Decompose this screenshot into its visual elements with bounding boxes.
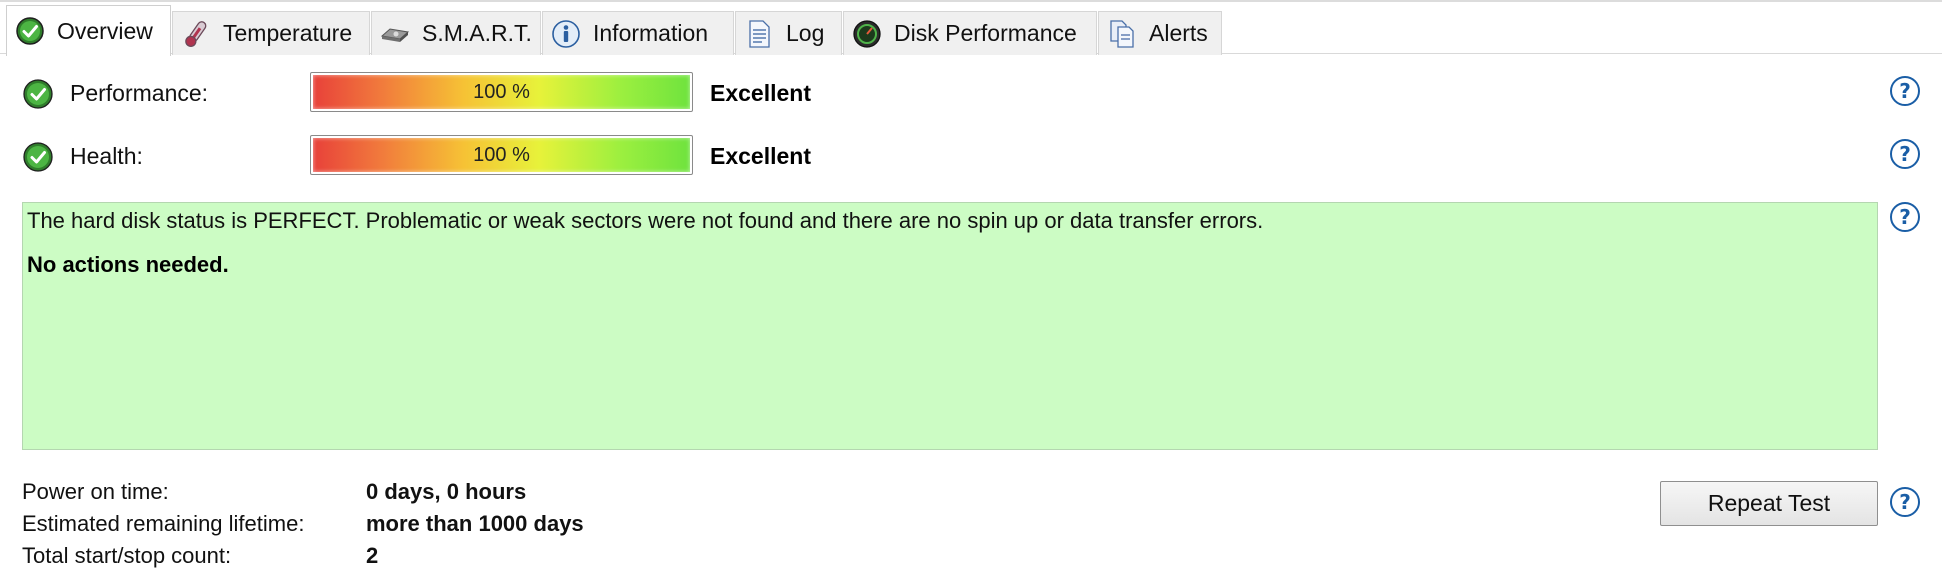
tab-bar: Overview Temperature S.M.A.R.T. Informat… [0, 0, 1942, 56]
tab-disk-performance[interactable]: Disk Performance [843, 11, 1097, 55]
repeat-test-button[interactable]: Repeat Test [1660, 481, 1878, 526]
performance-help-icon[interactable]: ? [1890, 76, 1920, 106]
tab-alerts[interactable]: Alerts [1098, 11, 1222, 55]
tab-label: Log [786, 20, 825, 46]
gauge-icon [852, 19, 882, 49]
power-on-time-value: 0 days, 0 hours [366, 479, 527, 504]
hard-disk-icon [380, 19, 410, 49]
remaining-lifetime-value: more than 1000 days [366, 511, 584, 536]
tab-overview[interactable]: Overview [6, 5, 171, 56]
tab-label: S.M.A.R.T. [422, 20, 532, 46]
health-label: Health: [70, 143, 143, 169]
health-row: Health: 100 % Excellent [0, 135, 1942, 175]
performance-row: Performance: 100 % Excellent [0, 72, 1942, 112]
info-icon [551, 19, 581, 49]
tab-label: Disk Performance [894, 20, 1077, 46]
tab-log[interactable]: Log [735, 11, 842, 55]
power-on-time-label: Power on time: [22, 479, 169, 504]
status-message: The hard disk status is PERFECT. Problem… [27, 208, 1264, 233]
status-help-icon[interactable]: ? [1890, 202, 1920, 232]
check-icon [22, 141, 54, 173]
health-help-icon[interactable]: ? [1890, 139, 1920, 169]
performance-rating: Excellent [710, 80, 811, 106]
tab-smart[interactable]: S.M.A.R.T. [371, 11, 541, 55]
performance-percent: 100 % [473, 81, 530, 103]
tab-temperature[interactable]: Temperature [172, 11, 370, 55]
performance-bar: 100 % [310, 72, 693, 112]
health-rating: Excellent [710, 143, 811, 169]
performance-label: Performance: [70, 80, 209, 106]
tab-information[interactable]: Information [542, 11, 734, 55]
status-action: No actions needed. [27, 252, 229, 277]
tab-label: Alerts [1149, 20, 1208, 46]
check-icon [22, 78, 54, 110]
start-stop-count-label: Total start/stop count: [22, 543, 232, 568]
health-bar: 100 % [310, 135, 693, 175]
check-circle-icon [15, 16, 45, 46]
copy-documents-icon [1107, 19, 1137, 49]
tab-label: Temperature [223, 20, 353, 46]
tab-label: Overview [57, 17, 153, 44]
health-percent: 100 % [473, 144, 530, 166]
thermometer-icon [181, 19, 211, 49]
status-box: The hard disk status is PERFECT. Problem… [22, 202, 1878, 450]
tab-label: Information [593, 20, 709, 46]
repeat-help-icon[interactable]: ? [1890, 487, 1920, 517]
start-stop-count-value: 2 [366, 543, 379, 568]
remaining-lifetime-label: Estimated remaining lifetime: [22, 511, 305, 536]
document-icon [744, 19, 774, 49]
